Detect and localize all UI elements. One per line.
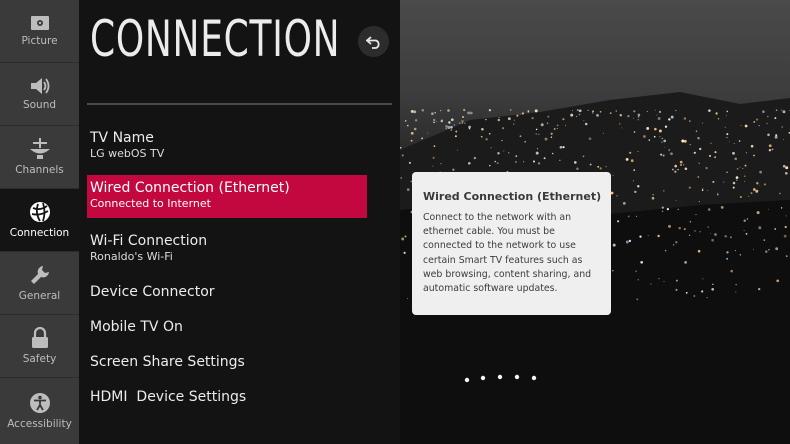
tooltip-title: Wired Connection (Ethernet)	[423, 190, 602, 203]
sidebar-item-label: Connection	[9, 227, 70, 239]
picture-icon	[30, 16, 49, 30]
menu-item-label: Mobile TV On	[90, 319, 183, 335]
menu-item-screen-share-settings[interactable]: Screen Share Settings	[87, 353, 367, 371]
menu-item-device-connector[interactable]: Device Connector	[87, 283, 367, 301]
sidebar-item-general[interactable]: General	[0, 252, 79, 315]
sidebar-item-label: Sound	[22, 99, 57, 111]
help-tooltip: Wired Connection (Ethernet) Connect to t…	[412, 172, 611, 315]
back-arrow-icon	[365, 35, 379, 49]
sidebar-item-label: General	[18, 290, 61, 302]
sidebar-item-picture[interactable]: Picture	[0, 0, 79, 63]
menu-item-label: Device Connector	[90, 284, 215, 300]
back-button[interactable]	[358, 26, 389, 57]
menu-item-value: Ronaldo's Wi-Fi	[90, 250, 173, 263]
page-title: CONNECTION	[90, 10, 341, 68]
sidebar-item-label: Channels	[15, 164, 64, 176]
tooltip-body: Connect to the network with an ethernet …	[423, 212, 592, 295]
speaker-icon	[30, 78, 49, 94]
menu-item-hdmi-device-settings[interactable]: HDMI Device Settings	[87, 388, 367, 406]
accessibility-icon	[29, 393, 50, 413]
menu-item-label: Screen Share Settings	[90, 354, 245, 370]
sidebar-item-accessibility[interactable]: Accessibility	[0, 378, 79, 444]
menu-item-value: Connected to Internet	[90, 197, 211, 210]
antenna-icon	[29, 138, 50, 159]
sidebar-item-label: Safety	[22, 353, 57, 365]
menu-item-label: HDMI Device Settings	[90, 389, 247, 405]
lock-icon	[31, 327, 48, 348]
menu-item-label: Wi-Fi Connection	[90, 233, 208, 249]
settings-sidebar: Picture Sound Channels Connection Genera…	[0, 0, 79, 444]
menu-item-wifi-connection[interactable]: Wi-Fi Connection Ronaldo's Wi-Fi	[87, 232, 367, 264]
sidebar-item-sound[interactable]: Sound	[0, 63, 79, 126]
wrench-icon	[30, 266, 49, 284]
globe-icon	[29, 202, 50, 222]
menu-item-label: Wired Connection (Ethernet)	[90, 180, 290, 196]
menu-item-label: TV Name	[90, 130, 154, 146]
sidebar-item-label: Picture	[21, 35, 58, 47]
menu-item-value: LG webOS TV	[90, 147, 165, 160]
menu-item-mobile-tv-on[interactable]: Mobile TV On	[87, 318, 367, 336]
menu-item-tv-name[interactable]: TV Name LG webOS TV	[87, 129, 367, 161]
sidebar-item-label: Accessibility	[7, 418, 72, 430]
sidebar-item-channels[interactable]: Channels	[0, 126, 79, 189]
sidebar-item-safety[interactable]: Safety	[0, 315, 79, 378]
title-divider	[87, 103, 392, 105]
menu-item-wired-connection[interactable]: Wired Connection (Ethernet) Connected to…	[87, 175, 367, 218]
sidebar-item-connection[interactable]: Connection	[0, 189, 79, 252]
